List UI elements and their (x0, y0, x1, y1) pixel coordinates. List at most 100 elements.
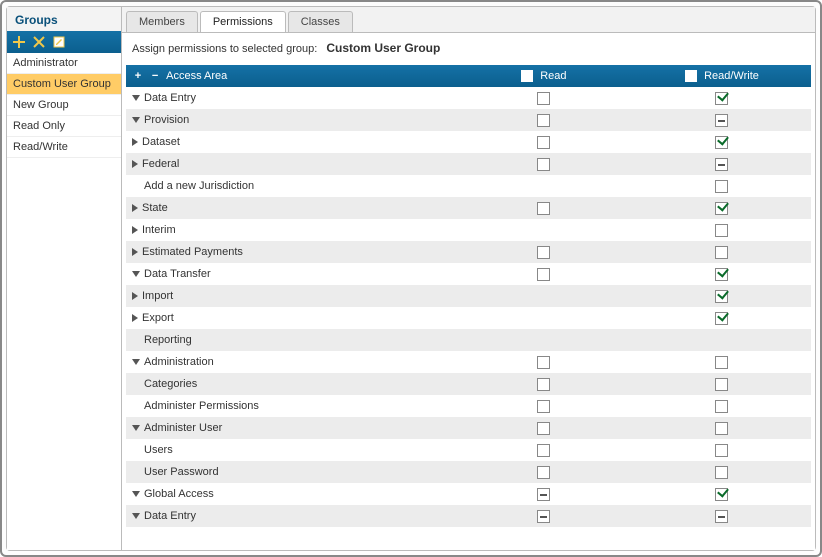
tree-cell[interactable]: Users (126, 439, 455, 461)
tree-cell[interactable]: User Password (126, 461, 455, 483)
tree-label: Data Entry (144, 510, 196, 522)
tree-cell[interactable]: Data Entry (126, 87, 455, 109)
chevron-right-icon[interactable] (132, 204, 138, 212)
sidebar-item[interactable]: Read/Write (7, 137, 121, 158)
chevron-down-icon[interactable] (132, 95, 140, 101)
tab[interactable]: Classes (288, 11, 353, 32)
delete-icon[interactable] (31, 34, 47, 50)
table-row: Categories (126, 373, 811, 395)
tab[interactable]: Permissions (200, 11, 286, 32)
chevron-right-icon[interactable] (132, 138, 138, 146)
tree-cell[interactable]: Estimated Payments (126, 241, 455, 263)
tree-cell[interactable]: Reporting (126, 329, 455, 351)
chevron-down-icon[interactable] (132, 513, 140, 519)
chevron-right-icon[interactable] (132, 314, 138, 322)
readwrite-cell (633, 505, 811, 527)
permission-checkbox[interactable] (537, 268, 550, 281)
tree-label: Administration (144, 356, 214, 368)
tree-label: User Password (144, 466, 219, 478)
permission-checkbox[interactable] (537, 488, 550, 501)
permission-checkbox[interactable] (715, 510, 728, 523)
tree-cell[interactable]: Data Transfer (126, 263, 455, 285)
readwrite-cell (633, 329, 811, 351)
table-row: Users (126, 439, 811, 461)
tree-label: Data Transfer (144, 268, 211, 280)
permission-checkbox[interactable] (537, 466, 550, 479)
tab[interactable]: Members (126, 11, 198, 32)
permission-checkbox[interactable] (715, 400, 728, 413)
chevron-right-icon[interactable] (132, 160, 138, 168)
table-row: Administer Permissions (126, 395, 811, 417)
tree-cell[interactable]: Administer Permissions (126, 395, 455, 417)
permission-checkbox[interactable] (715, 136, 728, 149)
sidebar-item[interactable]: Administrator (7, 53, 121, 74)
permission-checkbox[interactable] (715, 158, 728, 171)
tree-cell[interactable]: Administration (126, 351, 455, 373)
permission-checkbox[interactable] (537, 378, 550, 391)
read-cell (455, 395, 633, 417)
permission-checkbox[interactable] (715, 202, 728, 215)
permission-checkbox[interactable] (537, 422, 550, 435)
permission-checkbox[interactable] (537, 400, 550, 413)
permission-checkbox[interactable] (715, 444, 728, 457)
permission-checkbox[interactable] (715, 224, 728, 237)
tree-cell[interactable]: Interim (126, 219, 455, 241)
permission-checkbox[interactable] (537, 202, 550, 215)
tree-cell[interactable]: Provision (126, 109, 455, 131)
permission-checkbox[interactable] (715, 378, 728, 391)
column-header-area[interactable]: + − Access Area (126, 65, 455, 87)
permission-checkbox[interactable] (715, 466, 728, 479)
chevron-down-icon[interactable] (132, 117, 140, 123)
permission-checkbox[interactable] (715, 246, 728, 259)
tree-cell[interactable]: Federal (126, 153, 455, 175)
permission-checkbox[interactable] (537, 444, 550, 457)
permission-checkbox[interactable] (715, 290, 728, 303)
header-read-checkbox[interactable] (521, 70, 533, 82)
tree-cell[interactable]: Export (126, 307, 455, 329)
sidebar-item[interactable]: Custom User Group (7, 74, 121, 95)
chevron-right-icon[interactable] (132, 248, 138, 256)
permission-checkbox[interactable] (537, 92, 550, 105)
tree-cell[interactable]: Global Access (126, 483, 455, 505)
plus-icon[interactable] (11, 34, 27, 50)
column-header-readwrite[interactable]: Read/Write (633, 65, 811, 87)
permission-checkbox[interactable] (715, 114, 728, 127)
column-header-read[interactable]: Read (455, 65, 633, 87)
chevron-down-icon[interactable] (132, 491, 140, 497)
permission-checkbox[interactable] (537, 510, 550, 523)
permission-checkbox[interactable] (537, 136, 550, 149)
chevron-right-icon[interactable] (132, 226, 138, 234)
chevron-down-icon[interactable] (132, 425, 140, 431)
header-readwrite-checkbox[interactable] (685, 70, 697, 82)
permission-checkbox[interactable] (537, 246, 550, 259)
tree-cell[interactable]: Import (126, 285, 455, 307)
permission-checkbox[interactable] (715, 488, 728, 501)
tree-cell[interactable]: Dataset (126, 131, 455, 153)
permission-checkbox[interactable] (537, 158, 550, 171)
permission-checkbox[interactable] (715, 92, 728, 105)
permission-checkbox[interactable] (715, 268, 728, 281)
expand-all-icon[interactable]: + (132, 71, 144, 83)
chevron-right-icon[interactable] (132, 292, 138, 300)
readwrite-cell (633, 263, 811, 285)
tree-label: Users (144, 444, 173, 456)
chevron-down-icon[interactable] (132, 271, 140, 277)
tree-cell[interactable]: Add a new Jurisdiction (126, 175, 455, 197)
permission-checkbox[interactable] (715, 312, 728, 325)
edit-icon[interactable] (51, 34, 67, 50)
tree-cell[interactable]: Administer User (126, 417, 455, 439)
permission-checkbox[interactable] (715, 422, 728, 435)
collapse-all-icon[interactable]: − (149, 71, 161, 83)
permission-checkbox[interactable] (537, 114, 550, 127)
permission-checkbox[interactable] (537, 356, 550, 369)
tree-cell[interactable]: State (126, 197, 455, 219)
sidebar-item[interactable]: New Group (7, 95, 121, 116)
tree-label: Dataset (142, 136, 180, 148)
tree-cell[interactable]: Data Entry (126, 505, 455, 527)
grid-wrap[interactable]: + − Access Area Read R (122, 65, 815, 550)
chevron-down-icon[interactable] (132, 359, 140, 365)
sidebar-item[interactable]: Read Only (7, 116, 121, 137)
permission-checkbox[interactable] (715, 180, 728, 193)
permission-checkbox[interactable] (715, 356, 728, 369)
tree-cell[interactable]: Categories (126, 373, 455, 395)
